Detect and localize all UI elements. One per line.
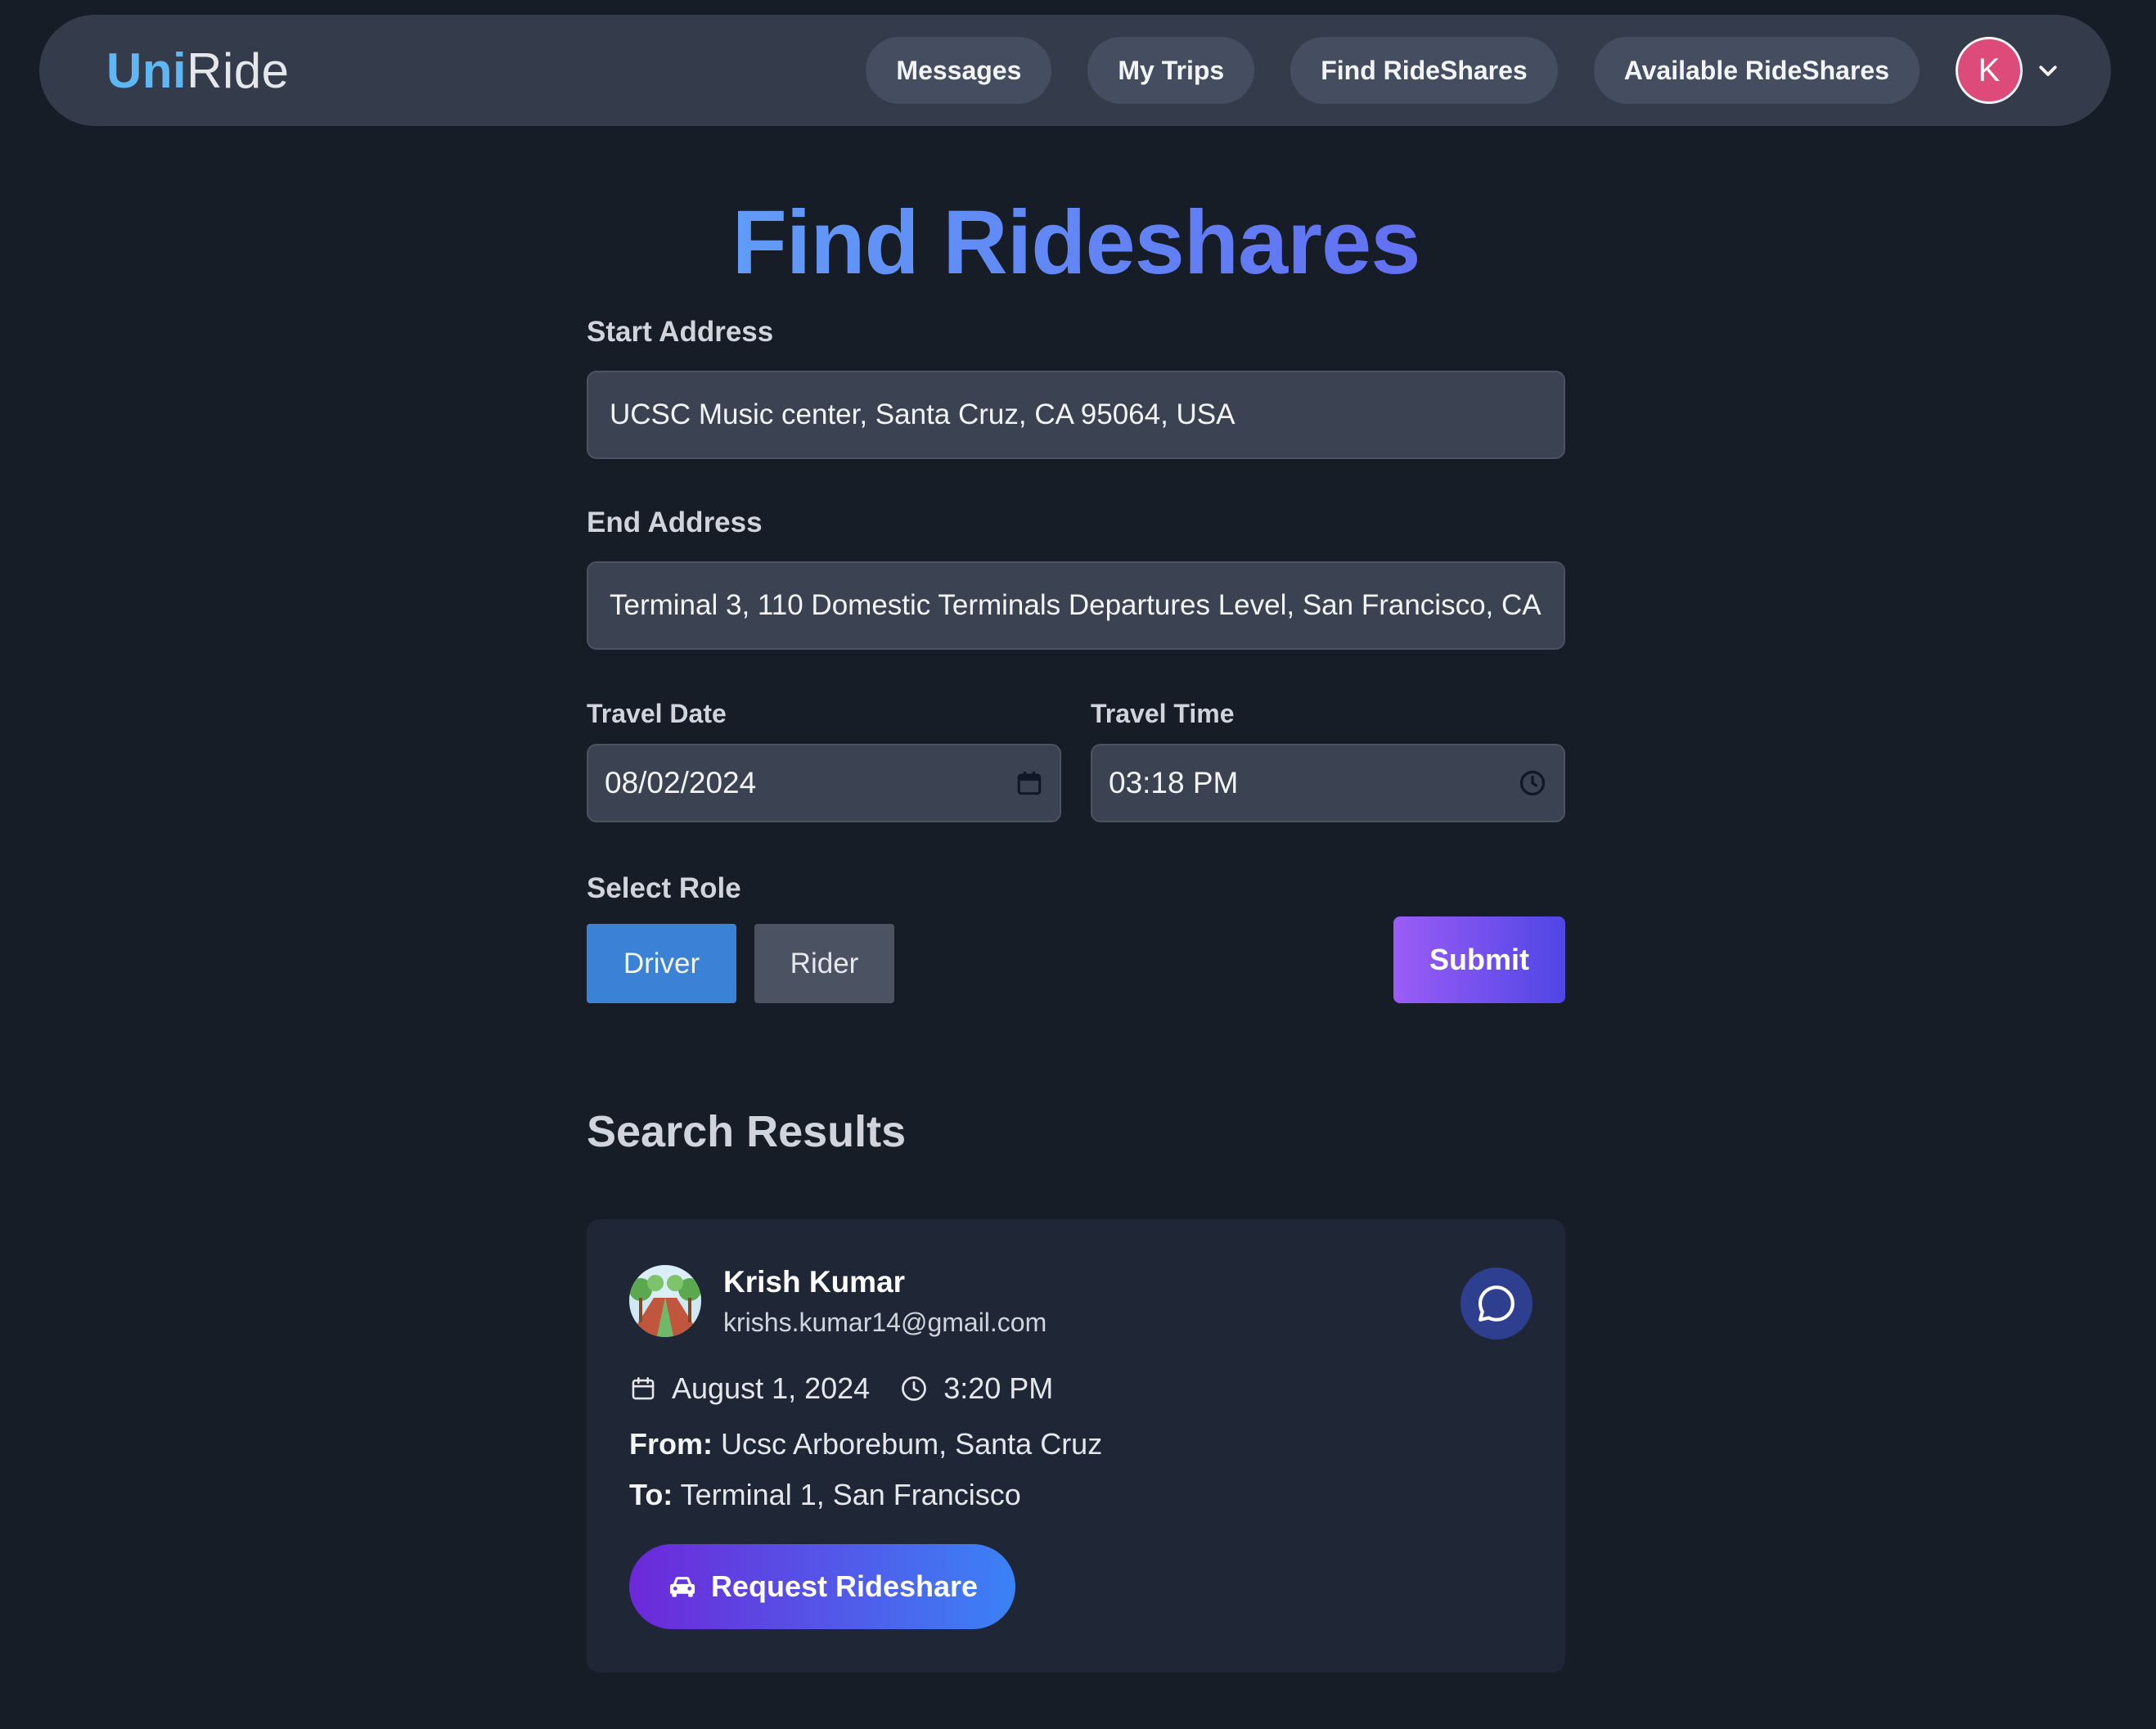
chat-button[interactable] [1461,1267,1533,1340]
top-navbar: UniRide Messages My Trips Find RideShare… [39,15,2111,126]
driver-name: Krish Kumar [723,1265,906,1299]
driver-email: krishs.kumar14@gmail.com [723,1308,1047,1337]
submit-button[interactable]: Submit [1393,916,1565,1003]
trip-date: August 1, 2024 [672,1371,871,1405]
brand-logo-ride: Ride [187,43,290,98]
select-role-label: Select Role [587,872,741,904]
end-address-input[interactable] [587,561,1565,650]
trip-from: From: Ucsc Arborebum, Santa Cruz [629,1427,1102,1461]
travel-time-picker[interactable]: 03:18 PM [1091,744,1565,822]
role-rider-button[interactable]: Rider [754,924,894,1003]
start-address-label: Start Address [587,316,774,348]
travel-date-picker[interactable]: 08/02/2024 [587,744,1061,822]
calendar-icon [629,1375,657,1403]
car-icon [667,1573,698,1601]
trip-to-value: Terminal 1, San Francisco [680,1478,1021,1511]
chevron-down-icon[interactable] [2034,56,2062,84]
request-rideshare-label: Request Rideshare [710,1569,979,1603]
clock-icon [899,1374,929,1403]
result-card: Krish Kumar krishs.kumar14@gmail.com Aug… [587,1219,1565,1673]
start-address-input[interactable] [587,371,1565,459]
clock-icon[interactable] [1518,768,1547,798]
chat-bubble-icon [1478,1285,1515,1322]
nav-available-rideshares-button[interactable]: Available RideShares [1593,37,1920,104]
page-title: Find Rideshares [587,190,1565,296]
search-results-title: Search Results [587,1107,907,1156]
travel-time-label: Travel Time [1091,699,1235,728]
role-driver-button[interactable]: Driver [587,924,736,1003]
trip-time: 3:20 PM [943,1371,1054,1405]
trip-datetime: August 1, 2024 3:20 PM [629,1371,1053,1406]
trip-from-value: Ucsc Arborebum, Santa Cruz [721,1427,1103,1461]
driver-avatar [629,1265,701,1337]
nav-find-rideshares-button[interactable]: Find RideShares [1290,37,1558,104]
travel-date-label: Travel Date [587,699,727,728]
travel-time-value: 03:18 PM [1109,766,1239,799]
trip-to: To: Terminal 1, San Francisco [629,1478,1021,1512]
brand-logo-uni: Uni [106,43,187,98]
trip-from-label: From: [629,1427,713,1461]
travel-date-value: 08/02/2024 [605,766,757,799]
nav-my-trips-button[interactable]: My Trips [1087,37,1255,104]
user-avatar[interactable]: K [1956,37,2023,104]
calendar-icon[interactable] [1015,769,1043,797]
nav-links: Messages My Trips Find RideShares Availa… [830,37,2062,104]
nav-messages-button[interactable]: Messages [866,37,1052,104]
brand-logo[interactable]: UniRide [106,43,290,99]
trip-to-label: To: [629,1478,673,1511]
end-address-label: End Address [587,507,763,538]
request-rideshare-button[interactable]: Request Rideshare [629,1544,1015,1629]
